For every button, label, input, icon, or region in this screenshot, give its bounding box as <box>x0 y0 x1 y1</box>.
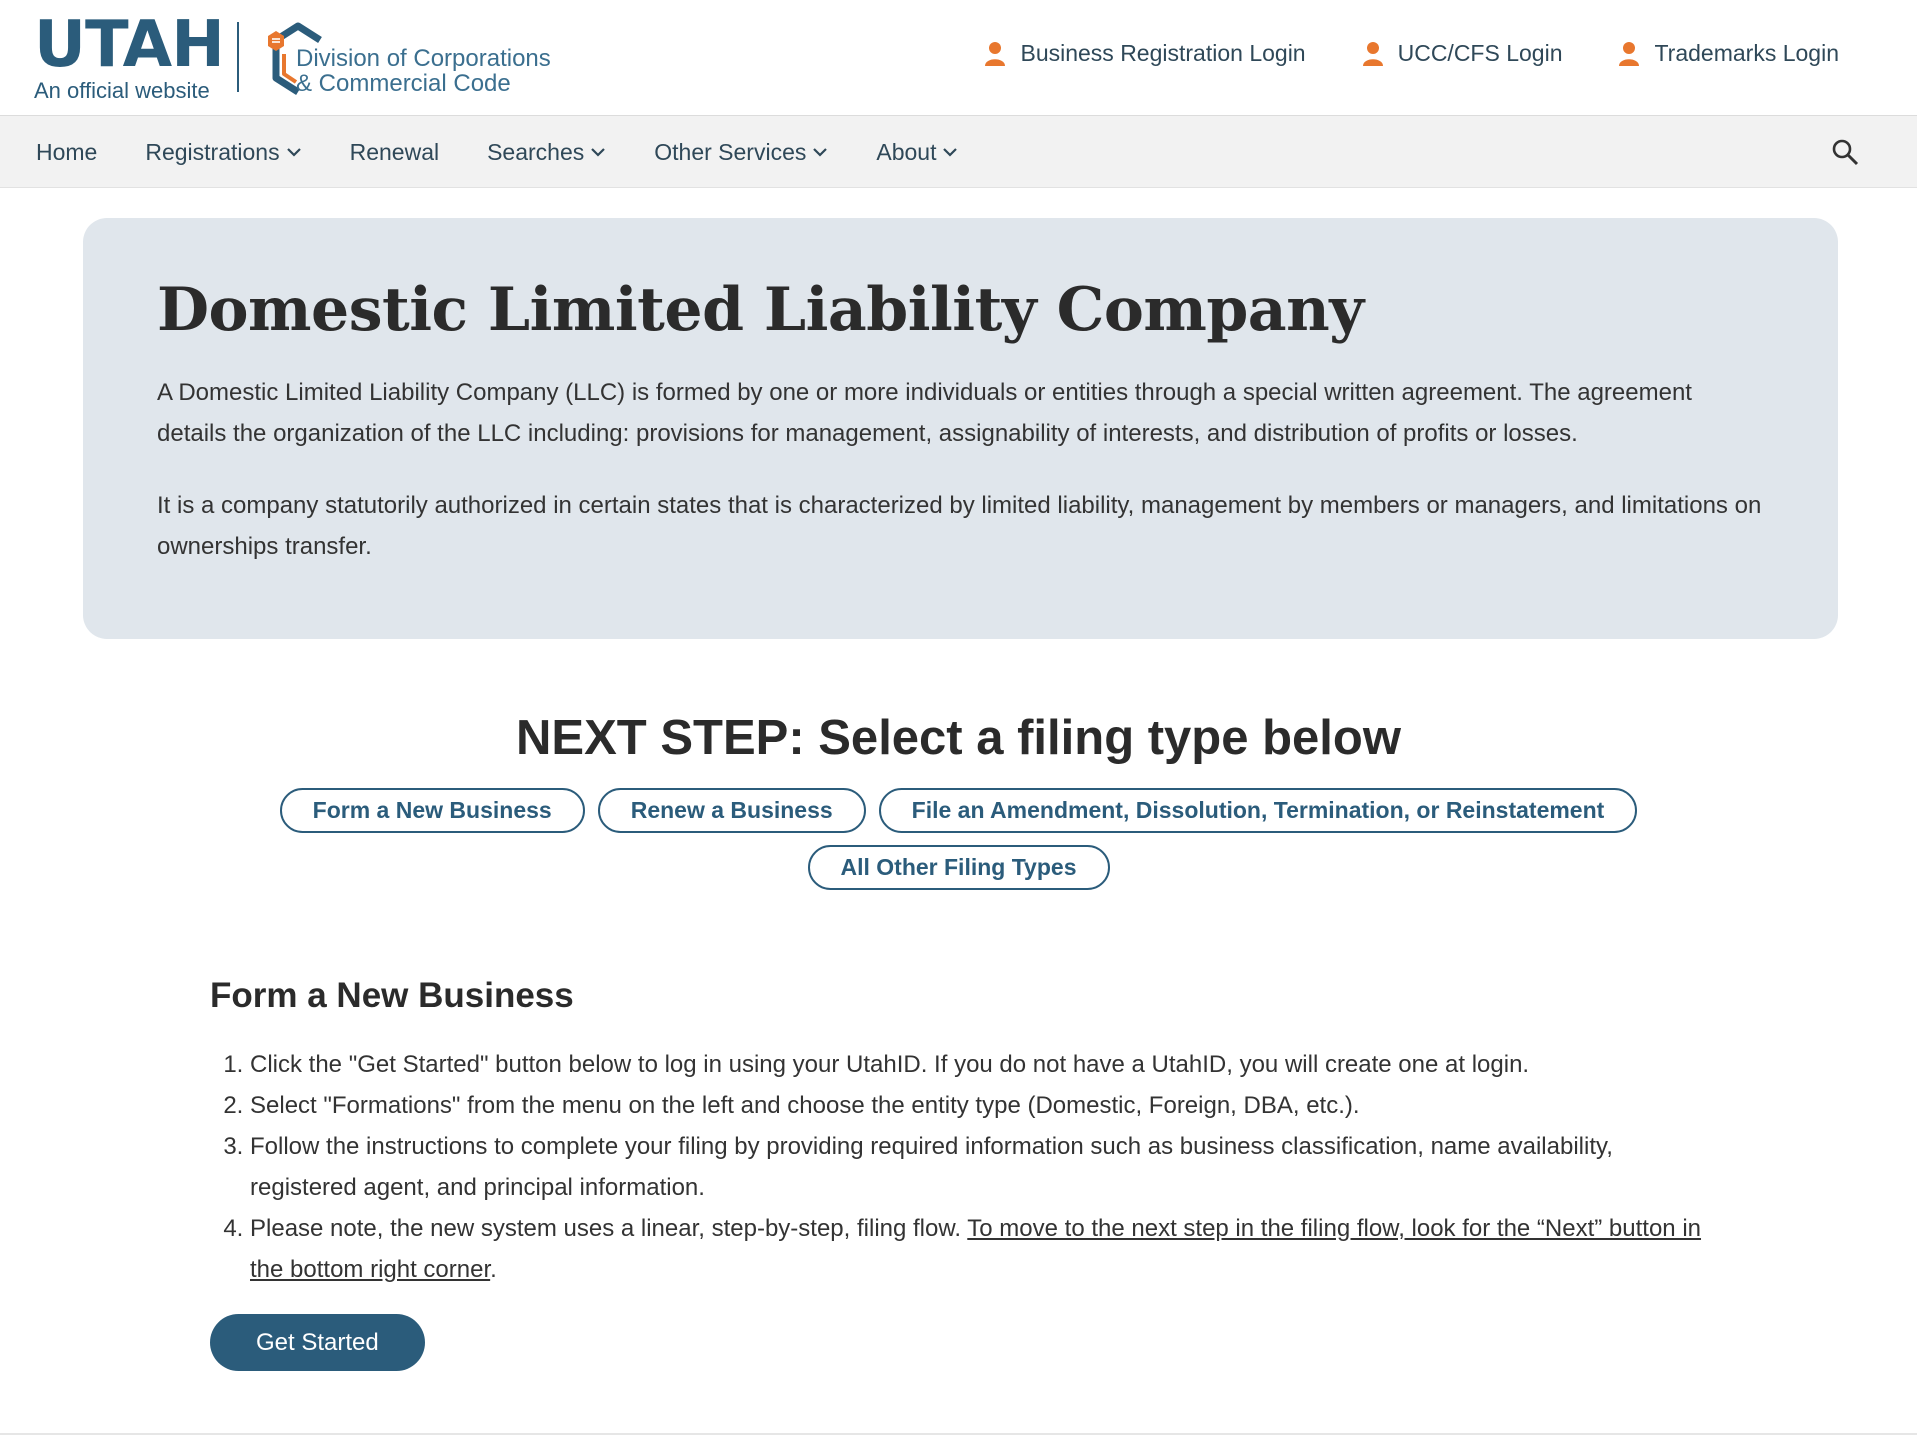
next-step-title: NEXT STEP: Select a filing type below <box>516 711 1401 765</box>
utah-tagline: An official website <box>34 78 210 103</box>
nav-items: Home Registrations Renewal Searches Othe… <box>36 116 958 188</box>
chevron-down-icon <box>943 148 958 157</box>
file-amendment-button[interactable]: File an Amendment, Dissolution, Terminat… <box>878 788 1638 833</box>
user-icon <box>1362 41 1383 66</box>
hero-paragraph-2: It is a company statutorily authorized i… <box>157 492 1762 560</box>
search-icon <box>1832 139 1859 166</box>
login-label: Business Registration Login <box>1020 40 1306 66</box>
steps-list: Click the "Get Started" button below to … <box>210 1044 1710 1290</box>
utah-logo[interactable]: UTAH An official website <box>34 8 225 104</box>
user-icon <box>1619 41 1640 66</box>
utah-wordmark: UTAH <box>34 8 225 82</box>
step-item: Select "Formations" from the menu on the… <box>250 1085 1710 1126</box>
login-label: Trademarks Login <box>1654 40 1839 66</box>
hero-paragraph-1: A Domestic Limited Liability Company (LL… <box>157 379 1692 447</box>
nav-item-renewal[interactable]: Renewal <box>350 139 440 166</box>
nav-item-home[interactable]: Home <box>36 139 97 166</box>
division-logo-text: Division of Corporations & Commercial Co… <box>296 46 551 96</box>
step-4-end: . <box>490 1256 497 1283</box>
all-other-filing-types-button[interactable]: All Other Filing Types <box>807 845 1110 890</box>
step-item: Please note, the new system uses a linea… <box>250 1208 1710 1290</box>
trademarks-login-link[interactable]: Trademarks Login <box>1618 40 1839 67</box>
footer-divider <box>0 1433 1917 1435</box>
nav-item-registrations[interactable]: Registrations <box>145 139 301 166</box>
chevron-down-icon <box>591 148 606 157</box>
filing-type-buttons-row-2: All Other Filing Types <box>0 845 1917 890</box>
site-header: UTAH An official website Division of Cor… <box>0 0 1917 116</box>
nav-label: Registrations <box>145 138 280 165</box>
nav-item-searches[interactable]: Searches <box>487 139 606 166</box>
division-line-1: Division of Corporations <box>296 45 551 72</box>
division-logo[interactable]: Division of Corporations & Commercial Co… <box>262 18 582 100</box>
logo-divider <box>237 22 239 92</box>
step-item: Click the "Get Started" button below to … <box>250 1044 1710 1085</box>
form-new-business-button[interactable]: Form a New Business <box>279 788 585 833</box>
nav-label: Home <box>36 138 98 165</box>
nav-search-button[interactable] <box>1831 138 1859 171</box>
login-links: Business Registration Login UCC/CFS Logi… <box>984 40 1839 67</box>
main-nav: Home Registrations Renewal Searches Othe… <box>0 116 1917 188</box>
nav-label: Renewal <box>349 138 440 165</box>
section-title: Form a New Business <box>210 976 574 1015</box>
chevron-down-icon <box>813 148 828 157</box>
login-label: UCC/CFS Login <box>1397 40 1563 66</box>
division-line-2: & Commercial Code <box>296 70 511 97</box>
get-started-button[interactable]: Get Started <box>210 1314 425 1371</box>
user-icon <box>985 41 1006 66</box>
filing-type-buttons-row-1: Form a New Business Renew a Business Fil… <box>0 788 1917 833</box>
step-item: Follow the instructions to complete your… <box>250 1126 1710 1208</box>
business-registration-login-link[interactable]: Business Registration Login <box>984 40 1306 67</box>
step-4-text: Please note, the new system uses a linea… <box>250 1215 968 1242</box>
renew-business-button[interactable]: Renew a Business <box>597 788 866 833</box>
chevron-down-icon <box>286 148 301 157</box>
nav-item-about[interactable]: About <box>876 139 958 166</box>
form-new-business-section: Form a New Business Click the "Get Start… <box>210 970 1710 1371</box>
ucc-cfs-login-link[interactable]: UCC/CFS Login <box>1362 40 1563 67</box>
nav-label: About <box>876 138 937 165</box>
nav-item-other-services[interactable]: Other Services <box>654 139 828 166</box>
nav-label: Other Services <box>654 138 807 165</box>
nav-label: Searches <box>487 138 585 165</box>
hero-panel: Domestic Limited Liability Company A Dom… <box>83 218 1838 639</box>
page-title: Domestic Limited Liability Company <box>157 275 1364 345</box>
